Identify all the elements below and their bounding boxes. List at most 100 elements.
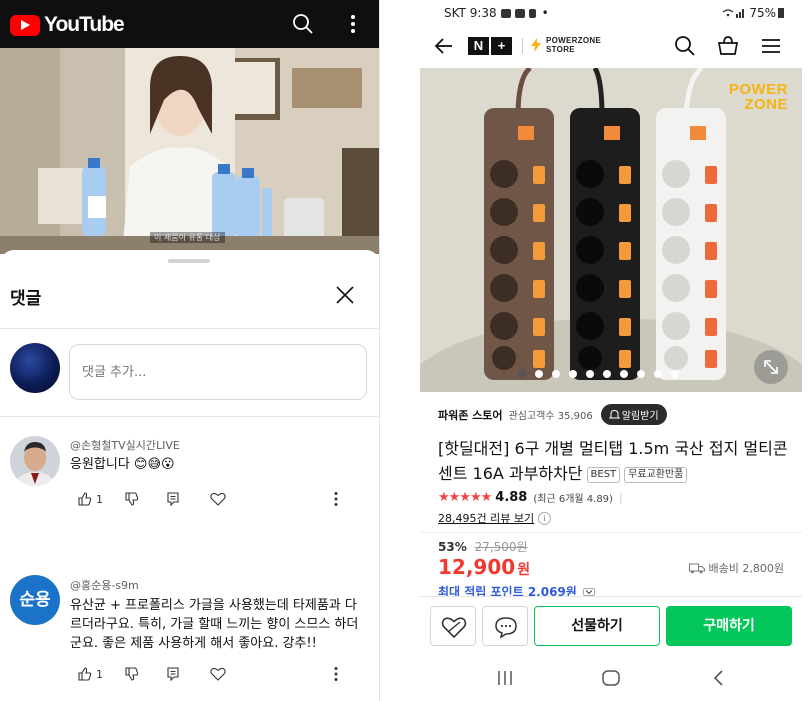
close-icon[interactable] [334,284,356,306]
carousel-dot[interactable] [654,370,662,378]
cart-icon[interactable] [717,35,739,57]
status-left: SKT 9:38 • [444,6,549,20]
heart-button[interactable] [210,664,226,684]
drag-handle[interactable] [168,259,210,263]
comment-text: 유산균 + 프로폴리스 가글을 사용했는데 타제품과 다르더라구요. 특히, 가… [70,598,359,651]
carousel-dot[interactable] [518,370,526,378]
youtube-app: YouTube 이 제품이 유통 대상 댓글 댓글 추가... @손형철TV실시… [0,0,380,701]
talk-button[interactable] [482,606,528,646]
alarm-button-label: 알림받기 [621,411,659,422]
battery-level: 75% [749,6,776,20]
youtube-logo[interactable]: YouTube [10,13,125,37]
plus-icon: + [491,37,512,55]
youtube-play-icon [10,14,40,36]
add-comment-input[interactable] [69,344,367,400]
image-notification-icon [514,8,525,18]
free-return-badge: 무료교환반품 [624,467,688,483]
carousel-dot[interactable] [620,370,628,378]
chat-bubble-icon [495,617,517,639]
review-row: 28,495건 리뷰 보기 i [438,510,552,526]
dot-icon: • [541,6,549,20]
menu-icon[interactable] [760,35,782,57]
powerzone-watermark: POWER ZONE [728,81,788,113]
reviews-link[interactable]: 28,495건 리뷰 보기 [438,510,534,526]
store-logo[interactable]: POWERZONE STORE [530,36,608,54]
carousel-dot[interactable] [586,370,594,378]
comment-more-button[interactable] [333,489,339,509]
commenter-avatar[interactable]: 순용 [10,575,60,625]
chevron-down-icon [583,588,595,596]
comment-author[interactable]: @홍순용-s9m [70,577,139,593]
carousel-dot[interactable] [552,370,560,378]
youtube-topbar: YouTube [0,0,379,48]
battery-icon [778,8,784,18]
shipping-info: 배송비 2,800원 [688,560,784,576]
video-player[interactable]: 이 제품이 유통 대상 [0,48,379,254]
best-badge: BEST [586,467,621,483]
home-icon[interactable] [600,668,622,688]
more-vert-icon [334,492,338,506]
expand-icon [764,360,778,374]
video-caption: 이 제품이 유통 대상 [150,232,225,243]
currency: 원 [517,562,531,578]
back-arrow-icon[interactable] [434,36,454,56]
heart-outline-icon [441,617,467,639]
dislike-button[interactable] [125,664,139,684]
comment-more-button[interactable] [333,664,339,684]
bell-icon [608,409,620,419]
heart-button[interactable] [210,489,226,509]
app-notification-icon [528,8,536,18]
carousel-dot[interactable] [671,370,679,378]
product-image-carousel[interactable]: POWER ZONE [420,68,802,392]
expand-image-button[interactable] [754,350,788,384]
rating-row[interactable]: ★★★★★ 4.88 (최근 6개월 4.89) | [438,490,623,505]
search-icon[interactable] [674,35,696,57]
buy-button[interactable]: 구매하기 [666,606,792,646]
heart-icon [210,492,226,506]
bolt-icon [531,38,541,52]
dislike-button[interactable] [125,489,139,509]
my-avatar[interactable] [10,343,60,393]
like-count: 1 [96,492,103,506]
shop-header: N + POWERZONE STORE [420,26,802,68]
reply-button[interactable] [166,664,180,684]
youtube-brand-text: YouTube [44,13,125,36]
store-row: 파워존 스토어 관심고객수 35,906 알림받기 [438,404,667,425]
nav-back-icon[interactable] [708,668,730,688]
chat-notification-icon [500,8,511,18]
discount-rate: 53% [438,540,467,554]
commenter-avatar[interactable] [10,436,60,486]
comment-author[interactable]: @손형철TV실시간LIVE [70,437,180,453]
search-icon[interactable] [292,13,314,35]
more-vert-icon [334,667,338,681]
comment-text: 응원합니다 😊😅😮 [70,457,175,472]
gift-button[interactable]: 선물하기 [534,606,660,646]
rating-value: 4.88 [495,490,528,505]
divider [0,416,379,417]
more-vert-icon[interactable] [346,13,360,35]
reply-button[interactable] [166,489,180,509]
like-button[interactable]: 1 [78,664,103,684]
thumbs-up-icon [78,667,92,681]
store-name[interactable]: 파워존 스토어 [438,407,503,423]
carousel-dot[interactable] [603,370,611,378]
recent-apps-icon[interactable] [494,668,516,688]
carousel-dot[interactable] [569,370,577,378]
android-navbar [420,656,802,701]
shopping-app: SKT 9:38 • 75% N + POWERZONE STORE POWER… [420,0,802,701]
recent-rating: (최근 6개월 4.89) [533,494,613,505]
heart-icon [210,667,226,681]
video-frame [0,48,379,254]
thumbs-down-icon [125,492,139,506]
alarm-button[interactable]: 알림받기 [600,404,667,425]
wish-button[interactable] [430,606,476,646]
like-button[interactable]: 1 [78,489,103,509]
reply-icon [167,492,179,506]
comment-actions: 1 [78,664,368,684]
comments-title: 댓글 [10,289,42,309]
carousel-dot[interactable] [637,370,645,378]
carousel-dot[interactable] [535,370,543,378]
original-price: 27,500원 [474,540,528,554]
nplus-logo[interactable]: N + [468,37,514,55]
info-icon[interactable]: i [538,511,552,525]
